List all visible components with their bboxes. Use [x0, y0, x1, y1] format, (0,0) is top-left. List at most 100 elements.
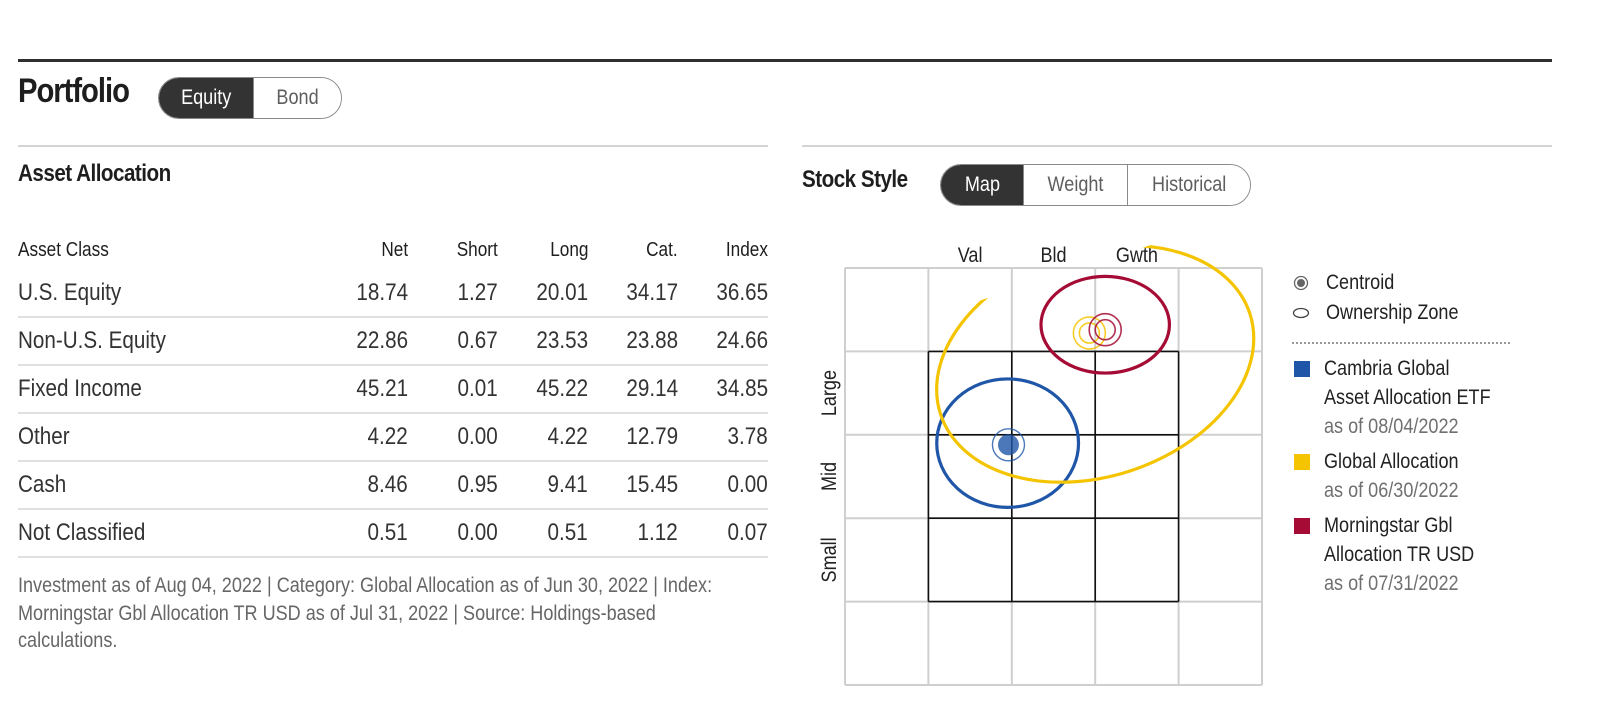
cell-net: 8.46 — [318, 461, 408, 510]
stock-style-legend: Centroid Ownership Zone Cambria Global A… — [1290, 268, 1520, 604]
header-net: Net — [381, 238, 408, 261]
ownership-zone-ellipse — [1039, 274, 1172, 375]
legend-series-text: Global Allocation as of 06/30/2022 — [1324, 447, 1493, 505]
table-row: Not Classified 0.51 0.00 0.51 1.12 0.07 — [18, 509, 768, 558]
legend-centroid-label: Centroid — [1326, 271, 1395, 294]
y-axis-label: Large — [818, 370, 842, 416]
legend-series-text: Morningstar Gbl Allocation TR USD as of … — [1324, 511, 1493, 598]
legend-zone: Ownership Zone — [1290, 298, 1520, 328]
tab-equity[interactable]: Equity — [159, 78, 253, 118]
legend-series-asof: as of 08/04/2022 — [1324, 415, 1459, 438]
y-axis-label: Small — [818, 537, 842, 582]
cell-net: 22.86 — [318, 317, 408, 366]
series-swatch-icon — [1294, 518, 1310, 534]
ownership-zone-ellipse — [935, 244, 1256, 484]
ownership-zone-icon — [1290, 307, 1312, 319]
cell-short: 0.00 — [408, 509, 498, 558]
asset-allocation-divider — [18, 145, 768, 147]
cell-index: 24.66 — [678, 317, 768, 366]
series-swatch-icon — [1294, 361, 1310, 377]
legend-series-name: Cambria Global Asset Allocation ETF — [1324, 357, 1491, 409]
x-axis-label: Val — [958, 244, 983, 268]
page-title: Portfolio — [18, 72, 130, 110]
cell-name: Fixed Income — [18, 365, 318, 414]
cell-short: 0.67 — [408, 317, 498, 366]
cell-index: 0.00 — [678, 461, 768, 510]
cell-cat: 15.45 — [588, 461, 678, 510]
legend-zone-label: Ownership Zone — [1326, 301, 1459, 324]
top-rule — [18, 59, 1552, 62]
header-index: Index — [725, 238, 768, 261]
table-header-row: Asset Class Net Short Long Cat. Index — [18, 230, 768, 270]
cell-name: U.S. Equity — [18, 270, 318, 318]
header-asset-class: Asset Class — [18, 238, 109, 261]
tab-map-label: Map — [964, 173, 1000, 196]
tab-bond-label: Bond — [276, 86, 319, 109]
header-cat: Cat. — [646, 238, 678, 261]
tab-weight-label: Weight — [1047, 173, 1104, 196]
legend-centroid: Centroid — [1290, 268, 1520, 298]
table-row: U.S. Equity 18.74 1.27 20.01 34.17 36.65 — [18, 270, 768, 318]
cell-name: Cash — [18, 461, 318, 510]
table-row: Fixed Income 45.21 0.01 45.22 29.14 34.85 — [18, 365, 768, 414]
legend-divider — [1292, 342, 1510, 344]
table-row: Cash 8.46 0.95 9.41 15.45 0.00 — [18, 461, 768, 510]
y-axis-label: Mid — [818, 462, 842, 491]
cell-short: 1.27 — [408, 270, 498, 318]
cell-name: Non-U.S. Equity — [18, 317, 318, 366]
cell-net: 0.51 — [318, 509, 408, 558]
cell-long: 4.22 — [498, 413, 588, 462]
cell-index: 34.85 — [678, 365, 768, 414]
cell-net: 18.74 — [318, 270, 408, 318]
legend-series-item: Global Allocation as of 06/30/2022 — [1290, 447, 1520, 505]
cell-short: 0.01 — [408, 365, 498, 414]
cell-name: Other — [18, 413, 318, 462]
header-short: Short — [456, 238, 498, 261]
cell-long: 45.22 — [498, 365, 588, 414]
portfolio-type-toggle: Equity Bond — [158, 77, 342, 119]
cell-short: 0.00 — [408, 413, 498, 462]
asset-allocation-table: Asset Class Net Short Long Cat. Index U.… — [18, 230, 768, 558]
cell-long: 0.51 — [498, 509, 588, 558]
cell-net: 45.21 — [318, 365, 408, 414]
centroid-dot — [997, 434, 1019, 456]
header-long: Long — [549, 238, 588, 261]
cell-long: 20.01 — [498, 270, 588, 318]
legend-series-asof: as of 06/30/2022 — [1324, 479, 1459, 502]
cell-index: 3.78 — [678, 413, 768, 462]
cell-index: 36.65 — [678, 270, 768, 318]
cell-name: Not Classified — [18, 509, 318, 558]
cell-short: 0.95 — [408, 461, 498, 510]
legend-series-name: Global Allocation — [1324, 450, 1459, 473]
legend-series-text: Cambria Global Asset Allocation ETF as o… — [1324, 354, 1493, 441]
legend-series-name: Morningstar Gbl Allocation TR USD — [1324, 514, 1475, 566]
tab-equity-label: Equity — [180, 86, 232, 109]
asset-allocation-footnote: Investment as of Aug 04, 2022 | Category… — [18, 574, 713, 652]
stock-style-title: Stock Style — [802, 166, 908, 193]
legend-series-item: Cambria Global Asset Allocation ETF as o… — [1290, 354, 1520, 441]
x-axis-label: Bld — [1040, 244, 1066, 268]
legend-series-item: Morningstar Gbl Allocation TR USD as of … — [1290, 511, 1520, 598]
stock-style-map: Val Bld GwthLargeMidSmall — [818, 244, 1263, 686]
centroid-icon — [1290, 275, 1312, 291]
tab-map[interactable]: Map — [941, 165, 1023, 205]
cell-cat: 12.79 — [588, 413, 678, 462]
stock-style-divider — [802, 145, 1552, 147]
cell-net: 4.22 — [318, 413, 408, 462]
table-row: Non-U.S. Equity 22.86 0.67 23.53 23.88 24.66 — [18, 317, 768, 366]
asset-allocation-title: Asset Allocation — [18, 160, 171, 187]
tab-weight[interactable]: Weight — [1023, 165, 1127, 205]
cell-cat: 23.88 — [588, 317, 678, 366]
tab-historical-label: Historical — [1151, 173, 1227, 196]
cell-long: 23.53 — [498, 317, 588, 366]
cell-cat: 34.17 — [588, 270, 678, 318]
tab-historical[interactable]: Historical — [1127, 165, 1250, 205]
cell-cat: 1.12 — [588, 509, 678, 558]
cell-cat: 29.14 — [588, 365, 678, 414]
stock-style-view-toggle: Map Weight Historical — [940, 164, 1251, 206]
cell-index: 0.07 — [678, 509, 768, 558]
tab-bond[interactable]: Bond — [253, 78, 341, 118]
legend-series-asof: as of 07/31/2022 — [1324, 572, 1459, 595]
table-row: Other 4.22 0.00 4.22 12.79 3.78 — [18, 413, 768, 462]
series-swatch-icon — [1294, 454, 1310, 470]
